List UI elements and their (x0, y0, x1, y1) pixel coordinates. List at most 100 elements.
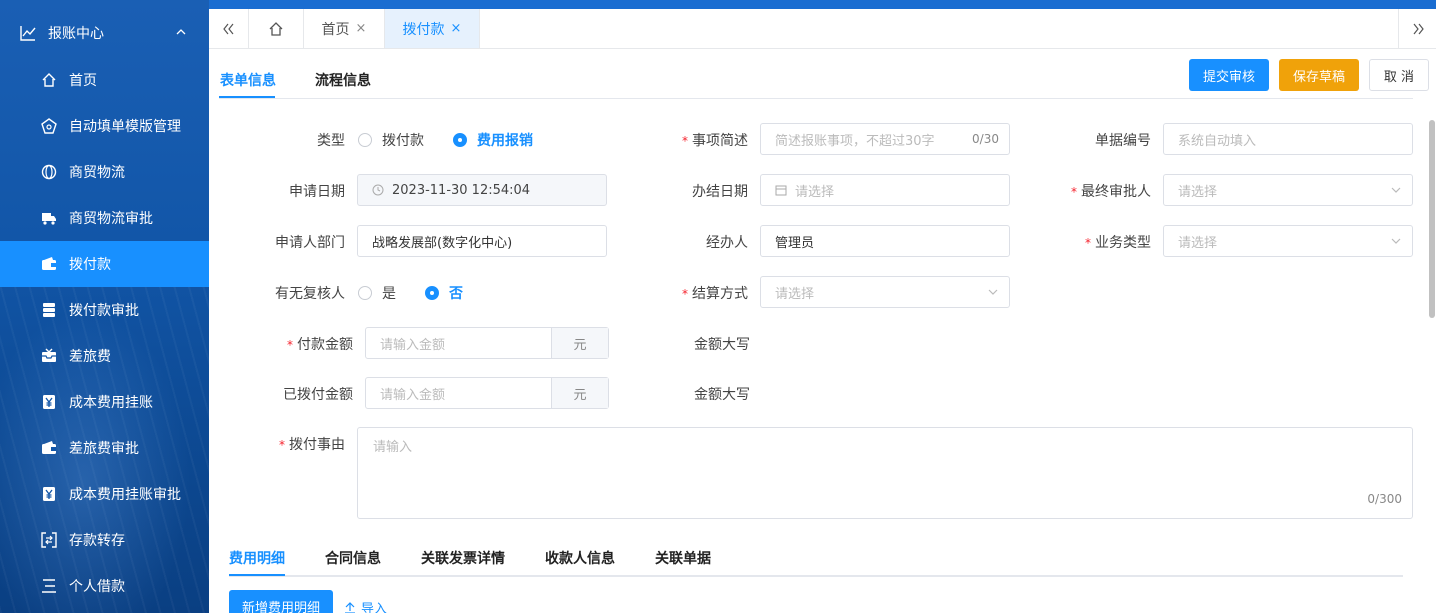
sidebar-group-header[interactable]: 报账中心 (0, 10, 209, 56)
sidebar-item-personal-loan[interactable]: 个人借款 (0, 563, 209, 609)
chevron-down-icon (1391, 187, 1401, 193)
pay-amount-input[interactable]: 请输入金额 元 (365, 327, 609, 359)
amount-caps-label: 金额大写 (694, 387, 750, 403)
required-mark: * (682, 287, 688, 301)
tab-payee-info[interactable]: 收款人信息 (545, 548, 615, 568)
tab-disbursement[interactable]: 拨付款 × (385, 9, 480, 48)
template-icon (40, 117, 58, 135)
sidebar-item-travel[interactable]: 差旅费 (0, 333, 209, 379)
sidebar-item-logistics-approval[interactable]: 商贸物流审批 (0, 195, 209, 241)
yen-icon (40, 393, 58, 411)
tab-bar: 首页 × 拨付款 × (209, 0, 1436, 49)
sidebar-item-disbursement[interactable]: 拨付款 (0, 241, 209, 287)
paid-amount-input[interactable]: 请输入金额 元 (365, 377, 609, 409)
radio-label: 是 (382, 286, 396, 302)
close-icon[interactable]: × (451, 21, 462, 36)
pay-amount-label-text: 付款金额 (297, 337, 353, 353)
unit-suffix: 元 (551, 378, 608, 408)
dept-label: 申请人部门 (275, 235, 345, 251)
transfer-icon (40, 531, 58, 549)
header-strip (209, 0, 1436, 9)
final-approver-label: * 最终审批人 (1050, 181, 1151, 201)
save-draft-button[interactable]: 保存草稿 (1279, 59, 1359, 91)
scrollbar-thumb[interactable] (1429, 120, 1435, 318)
reason-count: 0/300 (1367, 492, 1402, 506)
sidebar-item-cost-accrual[interactable]: 成本费用挂账 (0, 379, 209, 425)
doc-no-placeholder: 系统自动填入 (1178, 133, 1257, 149)
sidebar-item-label: 商贸物流审批 (69, 211, 153, 227)
sidebar-item-home[interactable]: 首页 (0, 57, 209, 103)
cancel-button[interactable]: 取 消 (1369, 59, 1429, 91)
handler-value: 管理员 (775, 235, 815, 251)
finish-date-picker[interactable]: 请选择 (760, 174, 1010, 206)
settle-label-text: 结算方式 (692, 286, 748, 302)
tab-contract-info[interactable]: 合同信息 (325, 548, 381, 568)
apply-date-value: 2023-11-30 12:54:04 (392, 182, 531, 198)
recheck-radio-no[interactable]: 否 (425, 283, 463, 303)
finish-date-label: 办结日期 (692, 184, 748, 200)
amount-caps-label: 金额大写 (694, 337, 750, 353)
radio-label: 费用报销 (477, 133, 533, 149)
settle-select[interactable]: 请选择 (760, 276, 1010, 308)
type-radio-reimbursement[interactable]: 费用报销 (453, 130, 533, 150)
tab-process-info[interactable]: 流程信息 (315, 70, 371, 90)
summary-label-text: 事项简述 (692, 133, 748, 149)
type-radio-disbursement[interactable]: 拨付款 (358, 130, 424, 150)
sidebar-item-deposit-transfer[interactable]: 存款转存 (0, 517, 209, 563)
reason-label: * 拨付事由 (250, 434, 345, 454)
required-mark: * (287, 338, 293, 352)
double-chevron-right-icon (1413, 23, 1424, 34)
home-icon (269, 21, 283, 36)
biz-type-label: * 业务类型 (1050, 232, 1151, 252)
sidebar-item-label: 差旅费审批 (69, 441, 139, 457)
home-tab-button[interactable] (249, 9, 304, 48)
radio-dot (425, 286, 439, 300)
tab-expense-detail[interactable]: 费用明细 (229, 548, 285, 568)
tab-home[interactable]: 首页 × (304, 9, 385, 48)
sidebar: 报账中心 首页 自动填单模版管理 商贸物流 商贸物流审批 拨付款 拨付款审批 差… (0, 0, 209, 613)
doc-no-label: 单据编号 (1095, 133, 1151, 149)
upload-icon (345, 601, 355, 613)
recheck-radio-yes[interactable]: 是 (358, 283, 396, 303)
final-approver-placeholder: 请选择 (1178, 184, 1218, 200)
detail-tabs: 费用明细 合同信息 关联发票详情 收款人信息 关联单据 (229, 540, 1403, 577)
sidebar-item-travel-approval[interactable]: 差旅费审批 (0, 425, 209, 471)
sidebar-item-label: 拨付款 (69, 257, 111, 273)
tab-label: 拨付款 (402, 21, 445, 38)
required-mark: * (1085, 236, 1091, 250)
final-approver-select[interactable]: 请选择 (1163, 174, 1413, 206)
recheck-label: 有无复核人 (275, 286, 345, 302)
sidebar-item-label: 自动填单模版管理 (69, 119, 181, 135)
list-icon (40, 577, 58, 595)
sidebar-item-disbursement-approval[interactable]: 拨付款审批 (0, 287, 209, 333)
scroll-right-button[interactable] (1398, 9, 1436, 48)
final-approver-label-text: 最终审批人 (1081, 184, 1151, 200)
handler-input[interactable]: 管理员 (760, 225, 1010, 257)
sidebar-item-label: 成本费用挂账 (69, 395, 153, 411)
dept-input[interactable]: 战略发展部(数字化中心) (357, 225, 607, 257)
tab-invoice-detail[interactable]: 关联发票详情 (421, 548, 505, 568)
summary-input[interactable]: 简述报账事项，不超过30字 0/30 (760, 123, 1010, 155)
import-button[interactable]: 导入 (344, 598, 387, 613)
scroll-left-button[interactable] (209, 9, 249, 48)
sidebar-item-cost-accrual-approval[interactable]: 成本费用挂账审批 (0, 471, 209, 517)
chevron-down-icon (1391, 238, 1401, 244)
add-expense-detail-button[interactable]: 新增费用明细 (229, 590, 333, 613)
summary-label: * 事项简述 (640, 130, 748, 150)
type-label: 类型 (317, 133, 345, 149)
submit-review-button[interactable]: 提交审核 (1189, 59, 1269, 91)
sidebar-item-logistics[interactable]: 商贸物流 (0, 149, 209, 195)
paid-amount-label: 已拨付金额 (283, 387, 353, 403)
reason-textarea[interactable]: 请输入 0/300 (357, 427, 1413, 519)
required-mark: * (682, 134, 688, 148)
close-icon[interactable]: × (356, 21, 367, 36)
sidebar-item-template[interactable]: 自动填单模版管理 (0, 103, 209, 149)
sidebar-item-label: 个人借款 (69, 579, 125, 595)
server-icon (40, 301, 58, 319)
chart-line-icon (20, 26, 36, 41)
biz-type-select[interactable]: 请选择 (1163, 225, 1413, 257)
tab-form-info[interactable]: 表单信息 (220, 70, 276, 90)
sidebar-item-label: 差旅费 (69, 349, 111, 365)
tab-linked-docs[interactable]: 关联单据 (655, 548, 711, 568)
biz-type-placeholder: 请选择 (1178, 235, 1218, 251)
